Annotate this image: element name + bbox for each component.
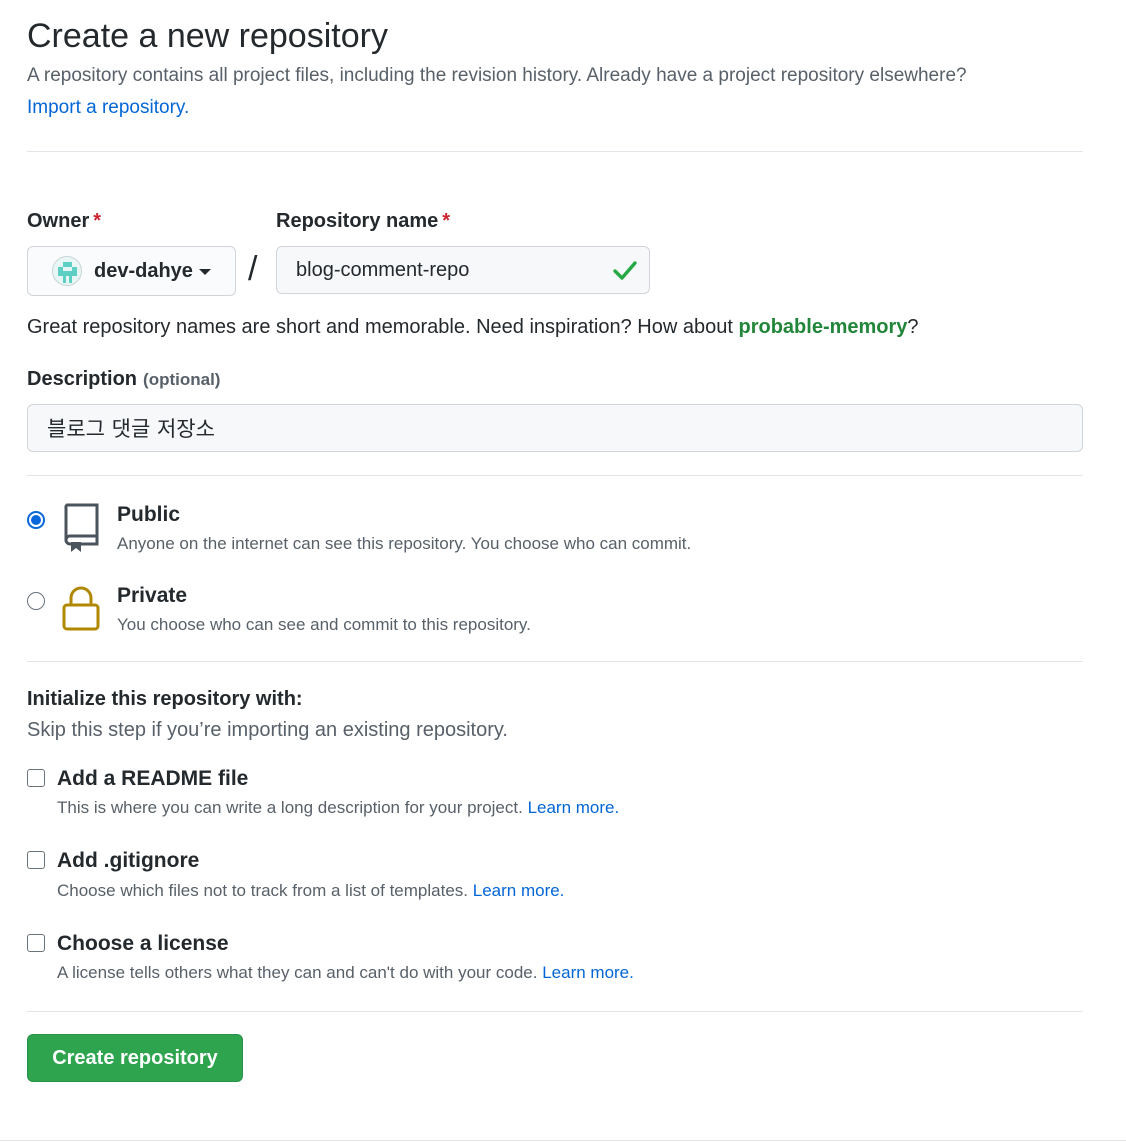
readme-checkbox[interactable]	[27, 769, 45, 787]
divider	[27, 151, 1083, 152]
private-description: You choose who can see and commit to thi…	[117, 615, 531, 634]
check-icon	[613, 261, 637, 280]
public-radio[interactable]	[27, 511, 45, 529]
private-title: Private	[117, 584, 188, 607]
license-learn-more-link[interactable]: Learn more.	[542, 963, 634, 982]
description-label: Description (optional)	[27, 368, 220, 391]
description-input[interactable]	[27, 404, 1083, 452]
lock-icon	[62, 586, 100, 631]
subtitle-text: A repository contains all project files,…	[27, 65, 967, 86]
import-repository-link[interactable]: Import a repository.	[27, 97, 189, 118]
owner-label-text: Owner	[27, 210, 90, 232]
page-subtitle: A repository contains all project files,…	[27, 60, 1083, 124]
hint-text: Great repository names are short and mem…	[27, 316, 739, 338]
repository-name-label: Repository name *	[276, 210, 450, 233]
repository-name-input[interactable]	[276, 246, 650, 294]
license-option-title: Choose a license	[57, 932, 229, 955]
owner-repo-separator: /	[248, 250, 258, 288]
readme-option-title: Add a README file	[57, 767, 249, 790]
divider	[27, 1011, 1083, 1012]
repository-name-hint: Great repository names are short and mem…	[27, 312, 919, 342]
page-header: Create a new repository A repository con…	[27, 14, 1083, 124]
readme-learn-more-link[interactable]: Learn more.	[528, 798, 620, 817]
owner-dropdown[interactable]: dev-dahye	[27, 246, 236, 296]
optional-tag: (optional)	[143, 370, 221, 389]
required-mark: *	[93, 210, 102, 232]
required-mark: *	[442, 210, 451, 232]
repo-icon	[64, 503, 99, 552]
create-repository-button[interactable]: Create repository	[27, 1034, 243, 1082]
description-label-text: Description	[27, 368, 138, 390]
divider	[27, 475, 1083, 476]
page-title: Create a new repository	[27, 17, 388, 55]
private-radio[interactable]	[27, 592, 45, 610]
caret-down-icon	[198, 269, 211, 275]
hint-suffix: ?	[907, 316, 919, 338]
repository-name-label-text: Repository name	[276, 210, 439, 232]
public-description: Anyone on the internet can see this repo…	[117, 534, 692, 553]
gitignore-checkbox[interactable]	[27, 851, 45, 869]
initialize-title: Initialize this repository with:	[27, 688, 303, 710]
suggested-name-link[interactable]: probable-memory	[738, 316, 907, 338]
owner-label: Owner *	[27, 210, 101, 233]
public-title: Public	[117, 503, 181, 526]
gitignore-option-title: Add .gitignore	[57, 849, 200, 872]
gitignore-learn-more-link[interactable]: Learn more.	[473, 881, 565, 900]
avatar	[52, 256, 82, 286]
divider	[27, 661, 1083, 662]
footer-divider	[0, 1140, 1126, 1141]
license-checkbox[interactable]	[27, 934, 45, 952]
readme-desc-text: This is where you can write a long descr…	[57, 798, 523, 817]
gitignore-desc-text: Choose which files not to track from a l…	[57, 881, 469, 900]
owner-name: dev-dahye	[94, 259, 193, 282]
gitignore-option-description: Choose which files not to track from a l…	[57, 881, 564, 901]
license-desc-text: A license tells others what they can and…	[57, 963, 538, 982]
license-option-description: A license tells others what they can and…	[57, 963, 634, 983]
initialize-subtitle: Skip this step if you’re importing an ex…	[27, 719, 508, 741]
new-repository-page: Create a new repository A repository con…	[0, 0, 1126, 1144]
readme-option-description: This is where you can write a long descr…	[57, 798, 619, 818]
